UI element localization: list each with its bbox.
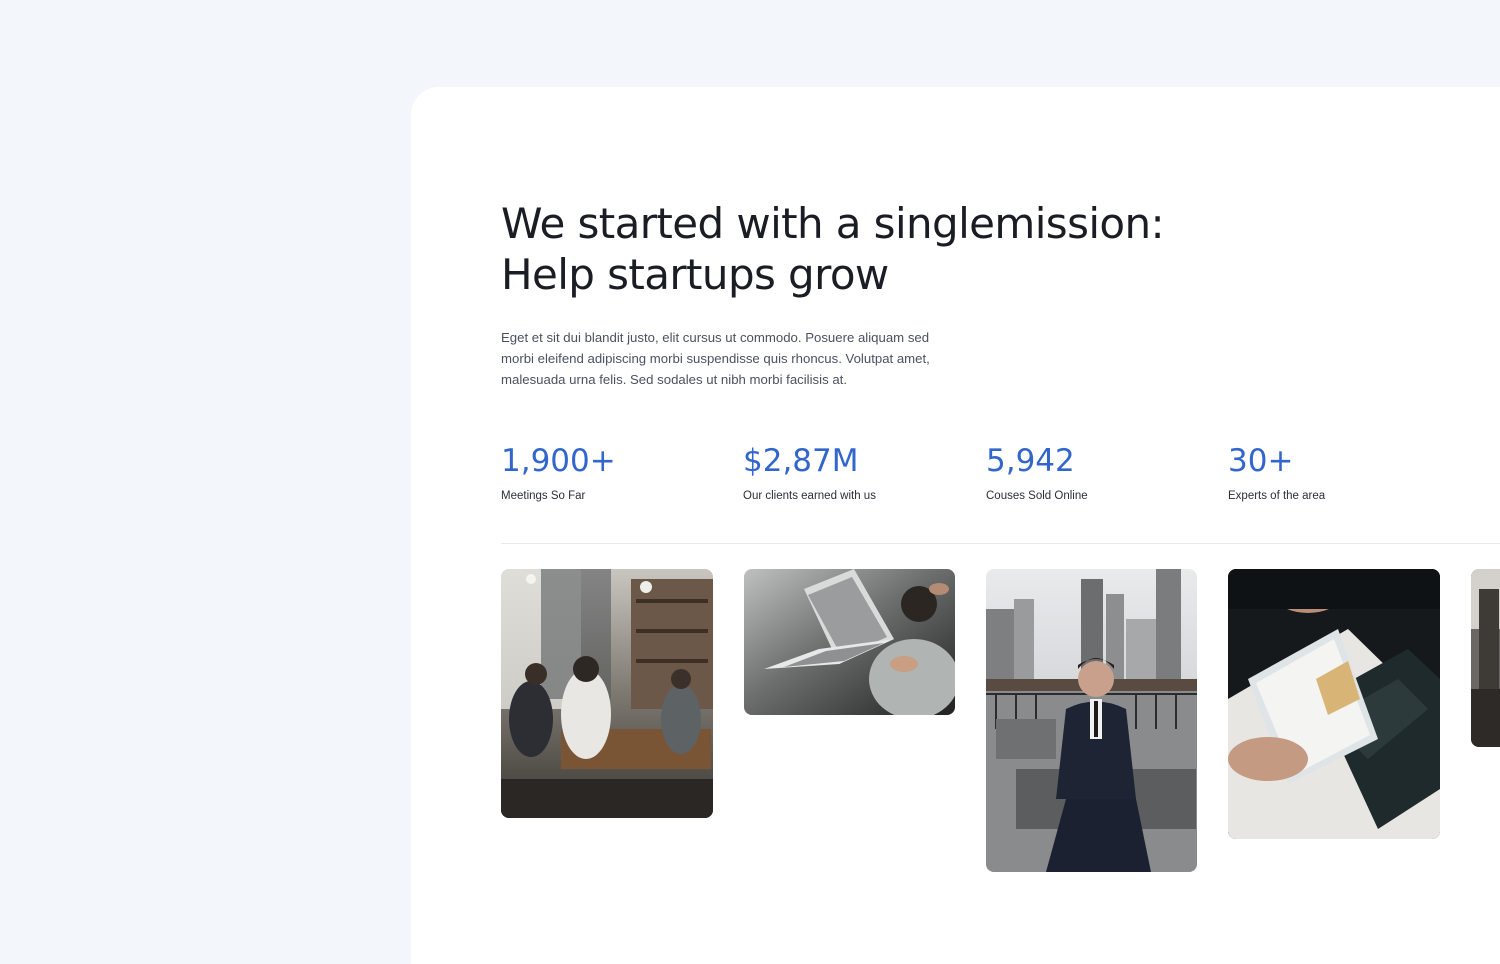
laptop-typing-photo [744,569,955,715]
stats-row: 1,900+ Meetings So Far $2,87M Our client… [501,440,1500,520]
businessman-rooftop-photo [986,569,1197,872]
stat-value: 5,942 [986,443,1075,479]
headline-line-2: Help startups grow [501,250,889,299]
stat-meetings: 1,900+ Meetings So Far [501,440,616,504]
page-canvas: We started with a singlemission: Help st… [0,0,1500,964]
stat-courses: 5,942 Couses Sold Online [986,440,1088,504]
stat-label: Experts of the area [1228,490,1326,502]
team-meeting-photo [501,569,713,818]
stat-value: $2,87M [743,443,859,479]
intro-paragraph: Eget et sit dui blandit justo, elit curs… [501,330,930,387]
stat-label: Our clients earned with us [743,490,876,502]
page-headline: We started with a singlemission: Help st… [501,198,1201,300]
stat-label: Couses Sold Online [986,490,1088,502]
stat-label: Meetings So Far [501,490,586,502]
section-divider [501,543,1500,544]
cropped-photo [1471,569,1500,747]
stat-earnings: $2,87M Our clients earned with us [743,440,876,504]
stat-value: 1,900+ [501,443,616,479]
phone-payment-photo [1228,569,1440,839]
stat-value: 30+ [1228,443,1294,479]
headline-line-1: We started with a singlemission: [501,199,1165,248]
stat-experts: 30+ Experts of the area [1228,440,1325,504]
